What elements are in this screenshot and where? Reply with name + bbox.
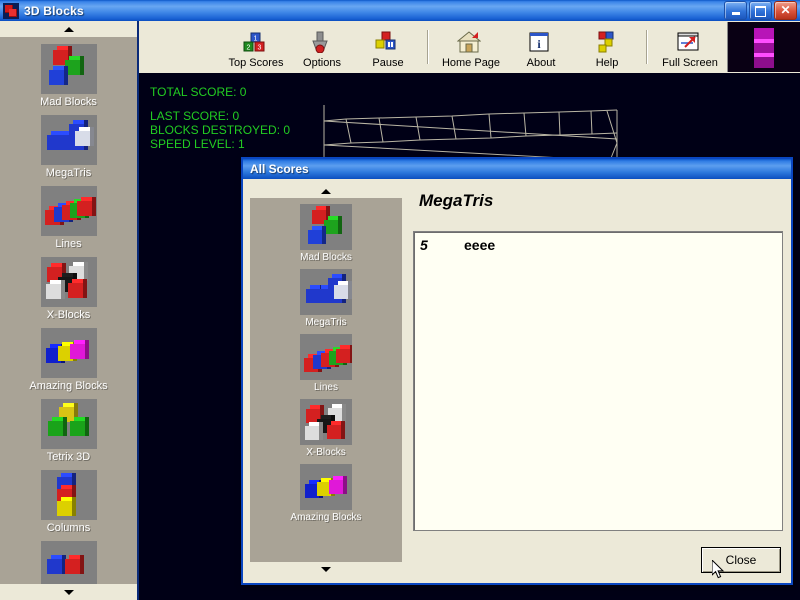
toolbar-button-about[interactable]: i About [508,22,574,72]
toolbar-button-label: Help [595,57,619,69]
dialog-list-scroll-up[interactable] [250,184,402,198]
pause-blocks-icon [374,31,402,55]
sidebar-item-tetrix-3d[interactable]: Tetrix 3D [0,399,137,463]
game-thumbnail [40,257,97,307]
toolbar-button-label: Top Scores [228,57,284,69]
toolbar-button-label: Options [303,57,341,69]
application-window: 3D Blocks ✕ Mad Blocks MegaTris Lines X-Blo… [0,0,800,600]
game-sidebar: Mad Blocks MegaTris Lines X-Blocks Amazing B… [0,21,139,600]
selected-game-heading: MegaTris [419,191,494,210]
dialog-list-scroll-down[interactable] [250,562,402,576]
dialog-game-item-label: X-Blocks [306,447,346,458]
chevron-up-icon [63,26,74,32]
app-blocks-icon [3,2,19,19]
close-button[interactable]: Close [701,547,781,573]
game-thumbnail [300,334,352,380]
minimize-button[interactable] [724,1,747,20]
game-thumbnail [300,399,352,445]
all-scores-dialog: All Scores Mad Blocks MegaTris Lines X-Bloc… [241,157,793,585]
sidebar-item-label: Tetrix 3D [46,451,91,463]
toolbar-button-top-scores[interactable]: 1 2 3 Top Scores [223,22,289,72]
toolbar-button-home-page[interactable]: Home Page [434,22,508,72]
sidebar-item-label: MegaTris [45,167,92,179]
chevron-down-icon [321,566,331,572]
sidebar-item-label: Columns [46,522,91,534]
toolbar-button-help[interactable]: Help [574,22,640,72]
game-thumbnail [300,269,352,315]
dialog-game-item-label: Amazing Blocks [290,512,362,523]
dialog-game-item-megatris[interactable]: MegaTris [250,269,402,328]
game-thumbnail [40,541,97,584]
help-blocks-icon [593,31,621,55]
game-thumbnail [40,328,97,378]
sidebar-item-mad-blocks[interactable]: Mad Blocks [0,44,137,108]
close-window-button[interactable]: ✕ [774,1,797,20]
svg-text:3: 3 [258,45,262,52]
game-thumbnail [300,204,352,250]
score-name: eeee [464,237,496,253]
sidebar-scroll-down[interactable] [0,584,137,600]
house-icon [456,31,485,55]
dialog-body: Mad Blocks MegaTris Lines X-Blocks Amazing B… [243,179,791,583]
sidebar-scroll-up[interactable] [0,21,137,37]
toolbar-button-options[interactable]: Options [289,22,355,72]
toolbar-separator [646,30,647,64]
sidebar-game-list[interactable]: Mad Blocks MegaTris Lines X-Blocks Amazing B… [0,37,137,584]
dialog-game-list[interactable]: Mad Blocks MegaTris Lines X-Blocks Amazing B… [249,183,403,577]
sidebar-item-lines[interactable]: Lines [0,186,137,250]
sidebar-item-megatris[interactable]: MegaTris [0,115,137,179]
score-row[interactable]: 5 eeee [420,237,776,253]
dialog-titlebar: All Scores [243,159,791,179]
next-piece-preview [727,22,800,72]
toolbar-separator [427,30,428,64]
window-title: 3D Blocks [24,3,84,18]
window-controls: ✕ [724,1,797,20]
maximize-button[interactable] [749,1,772,20]
close-icon: ✕ [780,2,791,17]
dialog-game-item-amazing-blocks[interactable]: Amazing Blocks [250,464,402,523]
toolbar-button-label: Home Page [441,57,501,69]
blocks-123-icon: 123 [242,31,270,55]
dialog-content: MegaTris 5 eeee Close [413,185,783,577]
sidebar-item-more[interactable] [0,541,137,584]
minimize-icon [731,12,740,15]
window-titlebar: 3D Blocks ✕ [0,0,800,22]
sidebar-item-columns[interactable]: Columns [0,470,137,534]
fullscreen-icon [676,31,704,55]
sidebar-item-label: Amazing Blocks [29,380,108,392]
dialog-game-item-mad-blocks[interactable]: Mad Blocks [250,204,402,263]
main-toolbar: 1 2 3 Top Scores Options Pause Home Page i About… [139,21,800,74]
dialog-game-item-lines[interactable]: Lines [250,334,402,393]
toolbar-button-pause[interactable]: Pause [355,22,421,72]
sidebar-item-amazing-blocks[interactable]: Amazing Blocks [0,328,137,392]
toolbar-button-label: About [526,57,556,69]
dialog-game-item-label: Mad Blocks [300,252,352,263]
game-thumbnail [40,399,97,449]
svg-text:2: 2 [247,45,251,52]
game-thumbnail [40,44,97,94]
game-thumbnail [40,186,97,236]
svg-text:1: 1 [254,36,258,43]
info-icon: i [527,31,555,55]
toolbar-button-label: Full Screen [662,57,718,69]
sidebar-item-label: Lines [55,238,82,250]
dialog-game-item-label: Lines [314,382,338,393]
dialog-title-text: All Scores [250,162,309,176]
dialog-game-item-label: MegaTris [305,317,347,328]
toolbar-button-label: Pause [372,57,404,69]
game-thumbnail [40,115,97,165]
toolbar-button-full-screen[interactable]: Full Screen [653,22,727,72]
score-list[interactable]: 5 eeee [413,231,783,531]
score-rank: 5 [420,237,428,253]
wrench-icon [308,31,336,55]
game-thumbnail [40,470,97,520]
dialog-game-item-x-blocks[interactable]: X-Blocks [250,399,402,458]
game-thumbnail [300,464,352,510]
maximize-icon [755,5,766,17]
chevron-down-icon [63,589,74,595]
sidebar-item-label: X-Blocks [46,309,91,321]
sidebar-item-x-blocks[interactable]: X-Blocks [0,257,137,321]
sidebar-item-label: Mad Blocks [40,96,97,108]
chevron-up-icon [321,188,331,194]
